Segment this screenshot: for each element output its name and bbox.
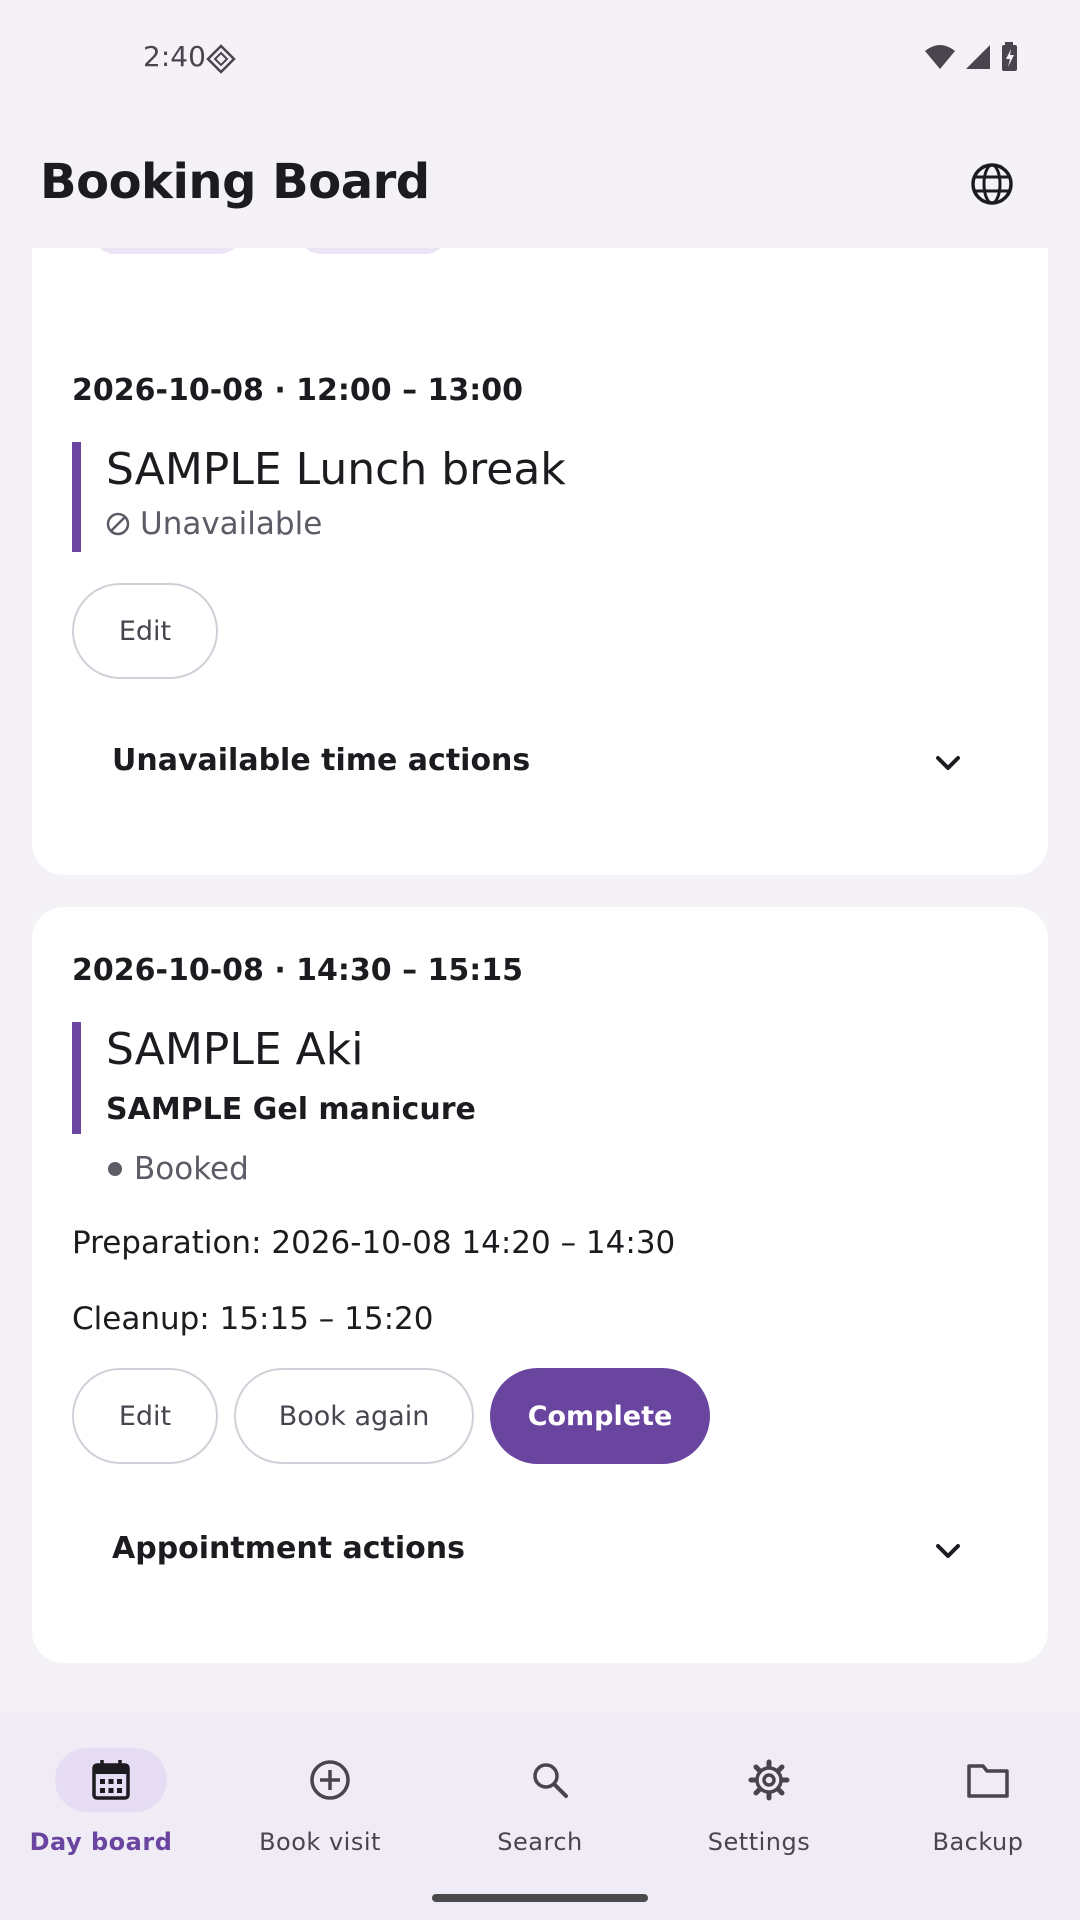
- chevron-down-icon: [936, 1544, 960, 1558]
- edit-button[interactable]: Edit: [72, 583, 218, 679]
- nav-label: Backup: [932, 1828, 1024, 1856]
- nav-label: Book visit: [259, 1828, 381, 1856]
- nav-day-board[interactable]: Day board: [1, 1736, 201, 1856]
- calendar-icon: [92, 1760, 130, 1800]
- app-bar: Booking Board: [0, 116, 1080, 248]
- card-title: SAMPLE Lunch break: [106, 444, 566, 495]
- appointment-actions-expander[interactable]: Appointment actions: [72, 1507, 1008, 1595]
- status-text: Unavailable: [140, 506, 323, 542]
- home-indicator[interactable]: [432, 1894, 648, 1902]
- edit-button[interactable]: Edit: [72, 1368, 218, 1464]
- status-text: Booked: [134, 1151, 249, 1187]
- nav-search[interactable]: Search: [440, 1736, 640, 1856]
- nav-label: Search: [497, 1828, 583, 1856]
- status-row: Unavailable: [106, 506, 566, 542]
- unavailable-actions-expander[interactable]: Unavailable time actions: [72, 719, 1008, 807]
- chip: [298, 248, 448, 254]
- blocked-icon: [106, 512, 130, 536]
- card-time: 2026-10-08 · 12:00 – 13:00: [72, 373, 524, 408]
- battery-icon: [1002, 42, 1017, 71]
- wifi-icon: [925, 45, 955, 69]
- nav-indicator: [55, 1748, 167, 1812]
- search-icon: [533, 1763, 568, 1798]
- nav-indicator: [494, 1748, 606, 1812]
- day-board-list[interactable]: 2026-10-08 · 12:00 – 13:00 SAMPLE Lunch …: [0, 248, 1080, 1712]
- card-header: SAMPLE Aki SAMPLE Gel manicure: [72, 1022, 476, 1134]
- nav-settings[interactable]: Settings: [659, 1736, 859, 1856]
- bottom-navigation: Day board Book visit Search Settings Bac…: [0, 1712, 1080, 1920]
- assistant-icon: [206, 44, 236, 74]
- globe-icon: [971, 163, 1013, 205]
- status-row: Booked: [108, 1151, 249, 1187]
- status-time: 2:40: [143, 40, 206, 73]
- nav-indicator: [274, 1748, 386, 1812]
- card-header: SAMPLE Lunch break Unavailable: [72, 442, 566, 552]
- chip: [92, 248, 242, 254]
- signal-icon: [966, 45, 990, 69]
- status-icons: [924, 42, 1020, 72]
- cleanup-text: Cleanup: 15:15 – 15:20: [72, 1301, 434, 1337]
- chevron-down-icon: [936, 756, 960, 770]
- service-name: SAMPLE Gel manicure: [106, 1092, 476, 1127]
- nav-indicator: [713, 1748, 825, 1812]
- status-dot-icon: [108, 1162, 122, 1176]
- add-circle-icon: [310, 1760, 350, 1800]
- card-time: 2026-10-08 · 14:30 – 15:15: [72, 953, 524, 988]
- nav-backup[interactable]: Backup: [878, 1736, 1078, 1856]
- nav-indicator: [932, 1748, 1044, 1812]
- nav-book-visit[interactable]: Book visit: [220, 1736, 420, 1856]
- expander-label: Unavailable time actions: [112, 743, 531, 778]
- language-button[interactable]: [962, 154, 1022, 214]
- nav-label: Day board: [29, 1828, 173, 1856]
- status-bar: 2:40: [0, 0, 1080, 116]
- preparation-text: Preparation: 2026-10-08 14:20 – 14:30: [72, 1225, 676, 1261]
- unavailable-card: 2026-10-08 · 12:00 – 13:00 SAMPLE Lunch …: [32, 327, 1048, 875]
- page-title: Booking Board: [40, 154, 430, 210]
- nav-label: Settings: [707, 1828, 811, 1856]
- appointment-card: 2026-10-08 · 14:30 – 15:15 SAMPLE Aki SA…: [32, 907, 1048, 1663]
- folder-icon: [967, 1764, 1009, 1798]
- complete-button[interactable]: Complete: [490, 1368, 710, 1464]
- book-again-button[interactable]: Book again: [234, 1368, 474, 1464]
- expander-label: Appointment actions: [112, 1531, 465, 1566]
- gear-icon: [748, 1759, 790, 1801]
- client-name: SAMPLE Aki: [106, 1024, 364, 1075]
